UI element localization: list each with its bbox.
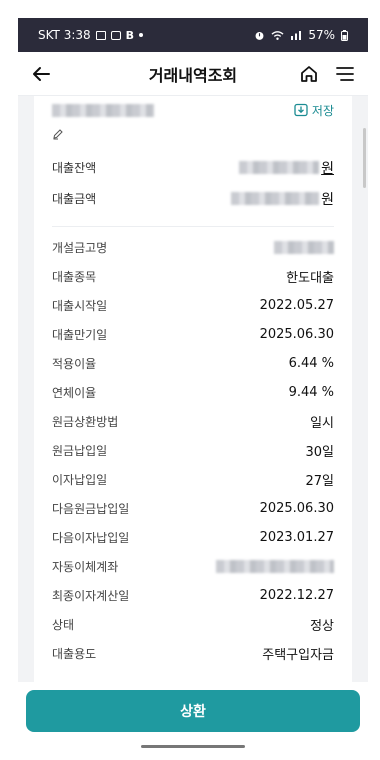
detail-label: 적용이율 <box>52 357 97 371</box>
gallery-icon <box>95 30 106 40</box>
detail-row: 원금상환방법 일시 <box>52 407 334 436</box>
detail-list: 개설금고명 대출종목 한도대출 대출시작일 2022.05.27 대출만기일 2025… <box>52 233 334 668</box>
loan-balance-label: 대출잔액 <box>52 161 97 175</box>
detail-label: 이자납입일 <box>52 473 108 487</box>
loan-amount-row: 대출금액 원 <box>52 183 334 214</box>
detail-row: 다음이자납입일 2023.01.27 <box>52 523 334 552</box>
detail-label: 연체이율 <box>52 386 97 400</box>
detail-row: 대출용도 주택구입자금 <box>52 639 334 668</box>
loan-balance-masked <box>239 161 320 174</box>
download-icon <box>294 103 308 117</box>
alarm-icon <box>255 31 264 40</box>
loan-balance-unit: 원 <box>321 160 334 177</box>
detail-row: 적용이율 6.44 % <box>52 349 334 378</box>
pencil-icon[interactable] <box>52 128 64 140</box>
carrier-time: SKT 3:38 <box>38 28 91 42</box>
detail-value: 2022.12.27 <box>259 588 334 603</box>
detail-value: 정상 <box>310 619 334 634</box>
detail-label: 대출용도 <box>52 647 97 661</box>
back-arrow-icon[interactable] <box>28 61 54 87</box>
detail-label: 개설금고명 <box>52 241 108 255</box>
detail-label: 다음이자납입일 <box>52 531 130 545</box>
detail-value: 9.44 % <box>288 385 334 400</box>
detail-value: 27일 <box>305 474 334 489</box>
app-bar: 거래내역조회 <box>18 52 368 96</box>
save-button[interactable]: 저장 <box>294 102 334 119</box>
detail-value: 2022.05.27 <box>259 298 334 313</box>
wifi-icon <box>271 30 284 40</box>
loan-amount-masked <box>231 192 320 205</box>
detail-label: 최종이자계산일 <box>52 589 130 603</box>
detail-row: 연체이율 9.44 % <box>52 378 334 407</box>
detail-row: 상태 정상 <box>52 610 334 639</box>
loan-detail-card: 저장 대출잔액 원 대출금액 원 개설금고명 대출종목 한도대출 대출시작일 202… <box>34 96 352 696</box>
scrollbar[interactable] <box>363 128 366 188</box>
detail-value: 2025.06.30 <box>259 501 334 516</box>
repay-button[interactable]: 상환 <box>26 690 360 732</box>
menu-icon[interactable] <box>332 61 358 87</box>
detail-row: 최종이자계산일 2022.12.27 <box>52 581 334 610</box>
bottom-action-bar: 상환 <box>18 682 368 752</box>
detail-row: 원금납입일 30일 <box>52 436 334 465</box>
loan-balance-row: 대출잔액 원 <box>52 152 334 183</box>
detail-label: 원금상환방법 <box>52 415 119 429</box>
phone-screen: SKT 3:38 B 57% 거래내역조회 저장 대출잔액 원 대출금액 원 개… <box>18 18 368 752</box>
detail-label: 대출시작일 <box>52 299 108 313</box>
detail-row: 개설금고명 <box>52 233 334 262</box>
detail-row: 대출시작일 2022.05.27 <box>52 291 334 320</box>
detail-value: 주택구입자금 <box>262 648 334 663</box>
detail-value: 30일 <box>305 445 334 460</box>
detail-label: 상태 <box>52 618 75 632</box>
detail-value: 한도대출 <box>286 271 334 286</box>
loan-amount-label: 대출금액 <box>52 192 97 206</box>
b-app-icon: B <box>125 28 135 42</box>
status-bar: SKT 3:38 B 57% <box>18 18 368 52</box>
detail-row: 대출종목 한도대출 <box>52 262 334 291</box>
battery-icon <box>341 29 348 41</box>
detail-label: 자동이체계좌 <box>52 560 119 574</box>
detail-row: 다음원금납입일 2025.06.30 <box>52 494 334 523</box>
chat-icon <box>110 30 121 40</box>
detail-label: 다음원금납입일 <box>52 502 130 516</box>
detail-value: 2025.06.30 <box>259 327 334 342</box>
detail-value: 일시 <box>310 416 334 431</box>
loan-amount-unit: 원 <box>321 191 334 208</box>
detail-value: 2023.01.27 <box>259 530 334 545</box>
detail-row: 대출만기일 2025.06.30 <box>52 320 334 349</box>
detail-row: 자동이체계좌 <box>52 552 334 581</box>
signal-icon <box>291 31 302 40</box>
battery-percent: 57% <box>308 28 335 42</box>
home-indicator[interactable] <box>141 745 245 748</box>
account-number-masked <box>52 103 154 117</box>
detail-row: 이자납입일 27일 <box>52 465 334 494</box>
home-icon[interactable] <box>296 61 322 87</box>
detail-value: 6.44 % <box>288 356 334 371</box>
auto-transfer-account-masked <box>216 560 334 573</box>
dot-icon <box>139 33 144 37</box>
branch-name-masked <box>274 241 334 254</box>
detail-label: 대출만기일 <box>52 328 108 342</box>
divider <box>52 226 334 227</box>
detail-label: 원금납입일 <box>52 444 108 458</box>
save-label: 저장 <box>311 103 334 118</box>
detail-label: 대출종목 <box>52 270 97 284</box>
